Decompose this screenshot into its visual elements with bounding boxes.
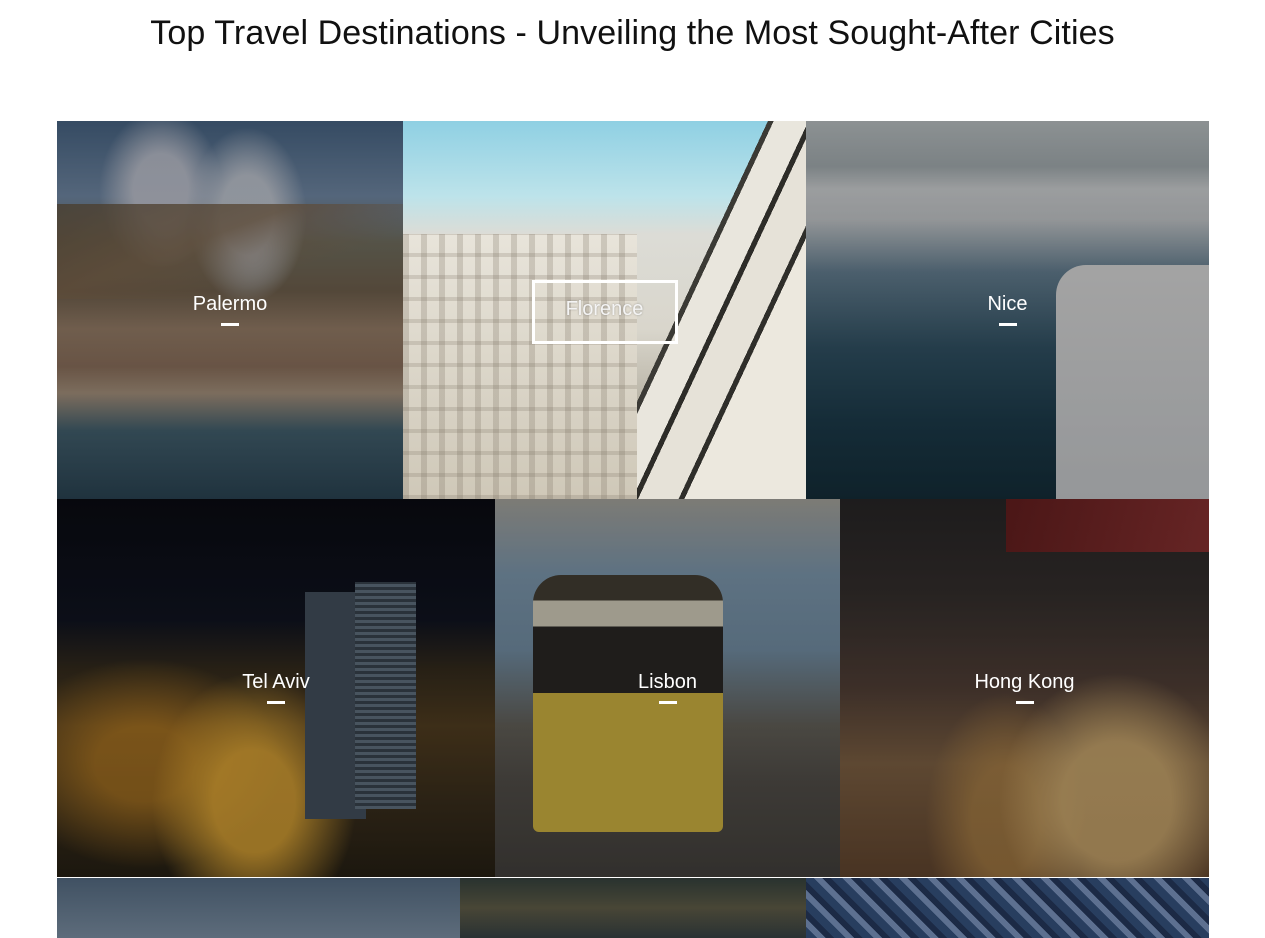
- gallery-row: Tel Aviv Lisbon Hong Kong: [57, 499, 1209, 877]
- destination-gallery: Palermo Florence Nice Tel Aviv Lisbon Ho…: [57, 121, 1209, 938]
- gallery-row: Palermo Florence Nice: [57, 121, 1209, 499]
- destination-name: Florence: [565, 298, 644, 320]
- destination-name: Nice: [987, 293, 1028, 315]
- gallery-row: [57, 878, 1209, 938]
- tile-caption: Lisbon: [495, 670, 840, 704]
- tile-caption: Florence: [403, 297, 806, 321]
- destination-tile[interactable]: [57, 878, 460, 938]
- destination-tile-florence[interactable]: Florence: [403, 121, 806, 499]
- destination-name: Tel Aviv: [242, 671, 310, 693]
- destination-tile[interactable]: [806, 878, 1209, 938]
- caption-underline: [998, 323, 1017, 326]
- tile-caption: Hong Kong: [840, 670, 1209, 704]
- destination-tile-nice[interactable]: Nice: [806, 121, 1209, 499]
- tile-caption: Nice: [806, 292, 1209, 326]
- tile-caption: Tel Aviv: [57, 670, 495, 704]
- destination-tile-tel-aviv[interactable]: Tel Aviv: [57, 499, 495, 877]
- destination-name: Palermo: [192, 293, 268, 315]
- destination-tile[interactable]: [460, 878, 806, 938]
- destination-tile-hong-kong[interactable]: Hong Kong: [840, 499, 1209, 877]
- destination-name: Lisbon: [638, 671, 697, 693]
- caption-underline: [221, 323, 239, 326]
- caption-underline: [1015, 701, 1034, 704]
- caption-underline: [658, 701, 677, 704]
- page-title: Top Travel Destinations - Unveiling the …: [150, 14, 1115, 52]
- destination-tile-lisbon[interactable]: Lisbon: [495, 499, 840, 877]
- destination-tile-palermo[interactable]: Palermo: [57, 121, 403, 499]
- caption-underline: [267, 701, 285, 704]
- tile-caption: Palermo: [57, 292, 403, 326]
- destination-name: Hong Kong: [974, 671, 1075, 693]
